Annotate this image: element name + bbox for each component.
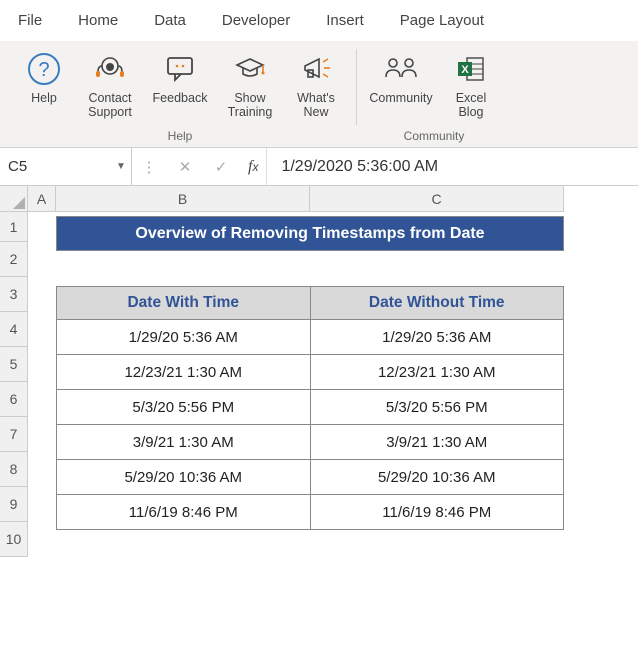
help-label: Help [31, 91, 57, 121]
contact-support-label: Contact Support [88, 91, 132, 121]
name-box[interactable]: C5 ▼ [0, 148, 132, 185]
row-header-10[interactable]: 10 [0, 522, 28, 557]
grid-body: A B C Overview of Removing Timestamps fr… [28, 186, 564, 557]
community-label: Community [369, 91, 432, 121]
row-header-4[interactable]: 4 [0, 312, 28, 347]
table-row: 3/9/21 1:30 AM3/9/21 1:30 AM [57, 425, 564, 460]
data-table: Date With Time Date Without Time 1/29/20… [56, 286, 564, 530]
table-row: 1/29/20 5:36 AM1/29/20 5:36 AM [57, 320, 564, 355]
contact-support-button[interactable]: Contact Support [80, 49, 140, 123]
tab-developer[interactable]: Developer [204, 6, 308, 37]
row-header-3[interactable]: 3 [0, 277, 28, 312]
fx-icon[interactable]: fx [248, 158, 258, 176]
check-icon[interactable]: ✓ [212, 158, 230, 176]
excel-blog-label: Excel Blog [456, 91, 487, 121]
table-row: 12/23/21 1:30 AM12/23/21 1:30 AM [57, 355, 564, 390]
people-icon [383, 51, 419, 87]
name-box-value: C5 [0, 158, 111, 175]
cell-b9[interactable]: 5/29/20 10:36 AM [57, 460, 311, 495]
cell-c10[interactable]: 11/6/19 8:46 PM [310, 495, 564, 530]
feedback-button[interactable]: Feedback [146, 49, 214, 123]
row-header-7[interactable]: 7 [0, 417, 28, 452]
ribbon-separator [356, 49, 357, 125]
whats-new-label: What's New [297, 91, 335, 121]
svg-text:?: ? [38, 59, 49, 81]
formula-bar-icons: ⋮ ✕ ✓ fx [132, 148, 267, 185]
name-box-dropdown-icon[interactable]: ▼ [111, 161, 131, 172]
tab-page-layout[interactable]: Page Layout [382, 6, 502, 37]
cell-c7[interactable]: 5/3/20 5:56 PM [310, 390, 564, 425]
ribbon-tabs: File Home Data Developer Insert Page Lay… [0, 0, 638, 41]
content-overlay: Overview of Removing Timestamps from Dat… [56, 186, 564, 530]
cell-c9[interactable]: 5/29/20 10:36 AM [310, 460, 564, 495]
row-header-6[interactable]: 6 [0, 382, 28, 417]
title-band[interactable]: Overview of Removing Timestamps from Dat… [56, 216, 564, 251]
ribbon-content: ? Help Contact Support Feedback [0, 41, 638, 148]
cell-b10[interactable]: 11/6/19 8:46 PM [57, 495, 311, 530]
formula-bar: C5 ▼ ⋮ ✕ ✓ fx 1/29/2020 5:36:00 AM [0, 148, 638, 186]
ribbon-group-help: ? Help Contact Support Feedback [8, 47, 352, 147]
whats-new-button[interactable]: What's New [286, 49, 346, 123]
cancel-icon[interactable]: ✕ [176, 158, 194, 176]
cell-c5[interactable]: 1/29/20 5:36 AM [310, 320, 564, 355]
show-training-label: Show Training [228, 91, 273, 121]
help-button[interactable]: ? Help [14, 49, 74, 123]
col-header-a[interactable]: A [28, 186, 56, 212]
community-button[interactable]: Community [367, 49, 435, 123]
header-date-with-time[interactable]: Date With Time [57, 287, 311, 320]
dots-icon: ⋮ [140, 158, 158, 176]
select-all-corner[interactable] [0, 186, 28, 212]
ribbon-group-community: Community X Excel Blog Community [361, 47, 507, 147]
table-row: 5/29/20 10:36 AM5/29/20 10:36 AM [57, 460, 564, 495]
headset-icon [92, 51, 128, 87]
group-help-name: Help [12, 127, 348, 147]
excel-blog-button[interactable]: X Excel Blog [441, 49, 501, 123]
cell-b8[interactable]: 3/9/21 1:30 AM [57, 425, 311, 460]
spreadsheet: 1 2 3 4 5 6 7 8 9 10 A B C Overview of R… [0, 186, 638, 557]
show-training-button[interactable]: Show Training [220, 49, 280, 123]
graduation-cap-icon [232, 51, 268, 87]
row-header-5[interactable]: 5 [0, 347, 28, 382]
megaphone-icon [298, 51, 334, 87]
tab-home[interactable]: Home [60, 6, 136, 37]
row-header-8[interactable]: 8 [0, 452, 28, 487]
table-row: 5/3/20 5:56 PM5/3/20 5:56 PM [57, 390, 564, 425]
row-header-1[interactable]: 1 [0, 212, 28, 242]
group-community-name: Community [365, 127, 503, 147]
tab-file[interactable]: File [0, 6, 60, 37]
chat-icon [162, 51, 198, 87]
cell-c8[interactable]: 3/9/21 1:30 AM [310, 425, 564, 460]
cell-b7[interactable]: 5/3/20 5:56 PM [57, 390, 311, 425]
excel-blog-icon: X [453, 51, 489, 87]
cell-c6[interactable]: 12/23/21 1:30 AM [310, 355, 564, 390]
help-icon: ? [26, 51, 62, 87]
cell-b5[interactable]: 1/29/20 5:36 AM [57, 320, 311, 355]
formula-input[interactable]: 1/29/2020 5:36:00 AM [267, 158, 638, 176]
tab-insert[interactable]: Insert [308, 6, 382, 37]
table-row: 11/6/19 8:46 PM11/6/19 8:46 PM [57, 495, 564, 530]
row-header-2[interactable]: 2 [0, 242, 28, 277]
header-date-without-time[interactable]: Date Without Time [310, 287, 564, 320]
svg-text:X: X [461, 64, 469, 76]
feedback-label: Feedback [153, 91, 208, 121]
table-header-row: Date With Time Date Without Time [57, 287, 564, 320]
tab-data[interactable]: Data [136, 6, 204, 37]
cell-b6[interactable]: 12/23/21 1:30 AM [57, 355, 311, 390]
row-header-9[interactable]: 9 [0, 487, 28, 522]
